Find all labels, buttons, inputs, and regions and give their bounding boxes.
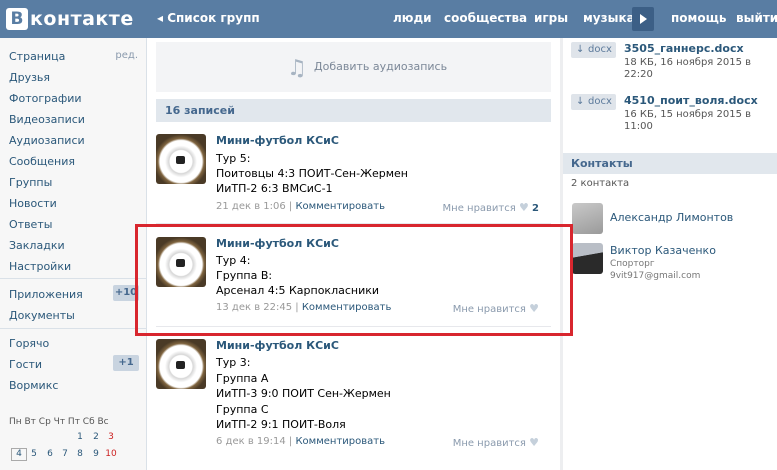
doc-download-button[interactable]: ↓ docx [571,42,616,58]
sidebar-item-documents[interactable]: Документы [9,309,75,322]
posts-count: 16 записей [165,104,235,117]
post-text-line: ИиТП-2 6:3 ВМСиС-1 [216,182,333,195]
sidebar-item-answers[interactable]: Ответы [9,218,52,231]
sidebar-divider [0,278,146,279]
post-author[interactable]: Мини-футбол КСиС [216,339,339,352]
calendar-day[interactable]: 6 [43,449,57,459]
sidebar-item-guests[interactable]: Гости [9,358,42,371]
download-arrow-icon: ↓ [576,44,585,55]
back-to-groups-link[interactable]: ◂ Список групп [157,11,260,25]
right-column: ↓ docx 3505_ганнерс.docx 18 КБ, 16 ноября… [563,38,777,470]
calendar-today[interactable]: 4 [11,448,27,461]
like-label: Мне нравится [452,438,526,449]
sidebar-item-audio[interactable]: Аудиозаписи [9,134,85,147]
post-text-line: Тур 5: [216,152,251,165]
contact-email: 9vit917@gmail.com [610,271,701,281]
contacts-count: 2 контакта [571,178,630,189]
calendar-day[interactable]: 9 [89,449,103,459]
contacts-header: Контакты [563,153,777,174]
calendar-day[interactable]: 10 [104,449,118,459]
vk-logo[interactable]: В контакте [6,7,134,31]
nav-games[interactable]: игры [534,11,568,25]
logo-letter: В [6,8,28,30]
calendar-day[interactable]: 1 [73,432,87,442]
sidebar-item-messages[interactable]: Сообщения [9,155,75,168]
post-date[interactable]: 6 дек в 19:14 [216,436,286,447]
calendar-day[interactable]: 8 [73,449,87,459]
sidebar-item-news[interactable]: Новости [9,197,57,210]
group-avatar[interactable] [156,339,206,389]
posts-header: 16 записей [156,99,551,122]
doc-name[interactable]: 4510_поит_воля.docx [624,94,758,107]
wall-post: Мини-футбол КСиС Тур 5: Поитовцы 4:3 ПОИ… [155,134,553,214]
doc-info: 18 КБ, 16 ноября 2015 в [624,57,752,68]
nav-logout[interactable]: выйти [736,11,777,25]
post-text-line: Поитовцы 4:3 ПОИТ-Сен-Жермен [216,167,408,180]
contact-avatar[interactable] [572,243,603,274]
sidebar-item-friends[interactable]: Друзья [9,71,50,84]
sidebar-item-wormix[interactable]: Вормикс [9,379,58,392]
contact-name[interactable]: Александр Лимонтов [610,211,733,224]
sidebar-item-groups[interactable]: Группы [9,176,52,189]
sidebar-divider [0,328,146,329]
post-meta: 6 дек в 19:14 | Комментировать [216,436,385,447]
doc-info: 16 КБ, 15 ноября 2015 в [624,109,752,120]
left-sidebar: Страница ред. Друзья Фотографии Видеозап… [0,38,147,470]
sidebar-item-photos[interactable]: Фотографии [9,92,82,105]
doc-name[interactable]: 3505_ганнерс.docx [624,42,744,55]
sidebar-item-page[interactable]: Страница [9,50,65,63]
doc-type-label: docx [588,96,612,107]
music-note-icon: ♫ [287,56,307,81]
like-count: 2 [532,203,539,214]
doc-type-label: docx [588,44,612,55]
wall-post: Мини-футбол КСиС Тур 3: Группа А ИиТП-3 … [155,339,553,459]
calendar-day[interactable]: 5 [27,449,41,459]
heart-icon: ♥ [518,201,529,214]
sidebar-item-settings[interactable]: Настройки [9,260,71,273]
top-bar: В контакте ◂ Список групп люди сообществ… [0,0,777,38]
add-audio-button[interactable]: ♫ Добавить аудиозапись [156,42,551,92]
calendar-day[interactable]: 3 [104,432,118,442]
sidebar-item-bookmarks[interactable]: Закладки [9,239,65,252]
edit-link[interactable]: ред. [115,50,138,61]
like-label: Мне нравится [442,203,516,214]
nav-communities[interactable]: сообщества [444,11,527,25]
comment-link[interactable]: Комментировать [295,436,385,447]
logo-text: контакте [30,8,134,30]
post-meta: 21 дек в 1:06 | Комментировать [216,201,385,212]
post-text-line: ИиТП-2 9:1 ПОИТ-Воля [216,418,346,431]
download-arrow-icon: ↓ [576,96,585,107]
calendar-day[interactable]: 2 [89,432,103,442]
heart-icon: ♥ [529,436,539,449]
post-text-line: Группа А [216,372,269,385]
nav-help[interactable]: помощь [671,11,726,25]
group-avatar[interactable] [156,134,206,184]
like-button[interactable]: Мне нравится ♥ 2 [443,201,539,214]
guests-count-badge[interactable]: +1 [113,355,139,371]
like-button[interactable]: Мне нравится ♥ [453,436,539,449]
contacts-title: Контакты [571,157,633,170]
doc-info: 11:00 [624,121,653,132]
post-date[interactable]: 21 дек в 1:06 [216,201,286,212]
comment-link[interactable]: Комментировать [295,201,385,212]
calendar-day[interactable]: 7 [58,449,72,459]
post-text-line: Группа С [216,403,269,416]
post-author[interactable]: Мини-футбол КСиС [216,134,339,147]
contact-avatar[interactable] [572,203,603,234]
nav-music[interactable]: музыка [583,11,635,25]
play-icon[interactable] [632,7,654,31]
doc-info: 22:20 [624,69,653,80]
highlight-box [135,224,573,336]
calendar-weekdays: Пн Вт Ср Чт Пт Сб Вс [9,417,109,427]
contact-name[interactable]: Виктор Казаченко [610,244,716,257]
sidebar-item-apps[interactable]: Приложения [9,288,83,301]
sidebar-item-hot[interactable]: Горячо [9,337,49,350]
doc-download-button[interactable]: ↓ docx [571,94,616,110]
contact-role: Спорторг [610,259,655,269]
sidebar-item-videos[interactable]: Видеозаписи [9,113,85,126]
post-text-line: ИиТП-3 9:0 ПОИТ Сен-Жермен [216,387,391,400]
post-text-line: Тур 3: [216,356,251,369]
nav-people[interactable]: люди [393,11,432,25]
add-audio-label: Добавить аудиозапись [314,60,448,73]
